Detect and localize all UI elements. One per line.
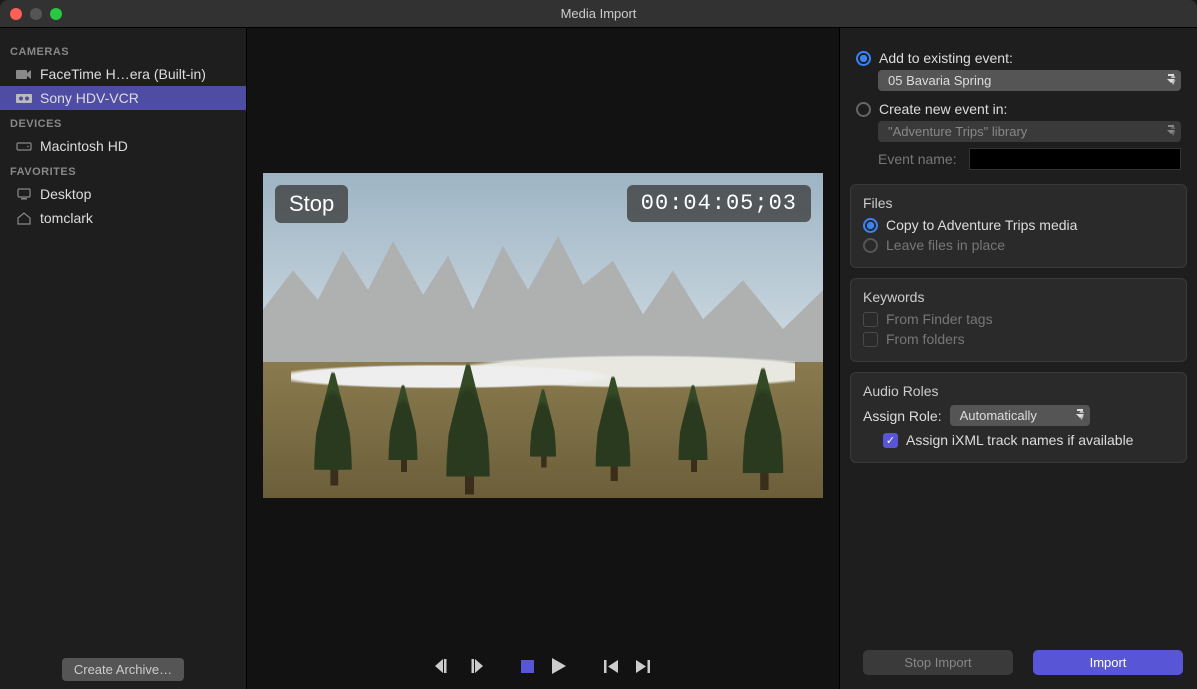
drive-icon	[16, 140, 32, 152]
add-existing-label: Add to existing event:	[879, 50, 1013, 66]
camera-icon	[16, 68, 32, 80]
sidebar-item-label: FaceTime H…era (Built-in)	[40, 66, 206, 82]
desktop-icon	[16, 188, 32, 200]
import-options: Add to existing event: 05 Bavaria Spring…	[839, 28, 1197, 689]
sidebar-item-label: Desktop	[40, 186, 91, 202]
sidebar-item-macintosh-hd[interactable]: Macintosh HD	[0, 134, 246, 158]
audio-roles-panel: Audio Roles Assign Role: Automatically▲▼…	[850, 372, 1187, 463]
video-preview: Stop 00:04:05;03	[263, 173, 823, 498]
create-new-library-select: "Adventure Trips" library▲▼	[878, 121, 1181, 142]
transport-controls	[247, 643, 839, 689]
leave-files-radio	[863, 238, 878, 253]
window-controls	[10, 8, 62, 20]
titlebar: Media Import	[0, 0, 1197, 28]
from-folders-checkbox	[863, 332, 878, 347]
create-archive-button[interactable]: Create Archive…	[62, 658, 184, 681]
existing-event-select[interactable]: 05 Bavaria Spring▲▼	[878, 70, 1181, 91]
close-window-button[interactable]	[10, 8, 22, 20]
leave-files-label: Leave files in place	[886, 237, 1005, 253]
ixml-label: Assign iXML track names if available	[906, 432, 1133, 448]
add-existing-radio[interactable]	[856, 51, 871, 66]
sidebar-item-label: tomclark	[40, 210, 93, 226]
finder-tags-label: From Finder tags	[886, 311, 993, 327]
source-sidebar: CAMERAS FaceTime H…era (Built-in) Sony H…	[0, 28, 247, 689]
create-new-radio[interactable]	[856, 102, 871, 117]
keywords-header: Keywords	[863, 289, 1174, 305]
sidebar-item-desktop[interactable]: Desktop	[0, 182, 246, 206]
files-header: Files	[863, 195, 1174, 211]
assign-role-label: Assign Role:	[863, 408, 942, 424]
sidebar-item-sony-hdv[interactable]: Sony HDV-VCR	[0, 86, 246, 110]
zoom-window-button[interactable]	[50, 8, 62, 20]
stop-button[interactable]	[518, 657, 536, 675]
files-panel: Files Copy to Adventure Trips media Leav…	[850, 184, 1187, 268]
assign-role-select[interactable]: Automatically▲▼	[950, 405, 1090, 426]
prev-button[interactable]	[602, 657, 620, 675]
create-new-label: Create new event in:	[879, 101, 1007, 117]
stop-import-button[interactable]: Stop Import	[863, 650, 1013, 675]
from-folders-label: From folders	[886, 331, 965, 347]
keywords-panel: Keywords From Finder tags From folders	[850, 278, 1187, 362]
sidebar-header-devices: DEVICES	[0, 110, 246, 134]
play-button[interactable]	[550, 657, 568, 675]
event-name-label: Event name:	[878, 151, 957, 167]
fast-forward-button[interactable]	[466, 657, 484, 675]
sidebar-header-favorites: FAVORITES	[0, 158, 246, 182]
ixml-checkbox[interactable]: ✓	[883, 433, 898, 448]
window-title: Media Import	[561, 6, 637, 21]
sidebar-item-facetime[interactable]: FaceTime H…era (Built-in)	[0, 62, 246, 86]
timecode-display: 00:04:05;03	[627, 185, 811, 222]
home-icon	[16, 212, 32, 224]
sidebar-item-home[interactable]: tomclark	[0, 206, 246, 230]
finder-tags-checkbox	[863, 312, 878, 327]
audio-roles-header: Audio Roles	[863, 383, 1174, 399]
next-button[interactable]	[634, 657, 652, 675]
tape-icon	[16, 92, 32, 104]
copy-media-radio[interactable]	[863, 218, 878, 233]
event-name-input	[969, 148, 1181, 170]
sidebar-item-label: Sony HDV-VCR	[40, 90, 139, 106]
sidebar-item-label: Macintosh HD	[40, 138, 128, 154]
preview-area: Stop 00:04:05;03	[247, 28, 839, 689]
import-button[interactable]: Import	[1033, 650, 1183, 675]
rewind-button[interactable]	[434, 657, 452, 675]
sidebar-header-cameras: CAMERAS	[0, 38, 246, 62]
minimize-window-button[interactable]	[30, 8, 42, 20]
copy-media-label: Copy to Adventure Trips media	[886, 217, 1077, 233]
playback-status-badge: Stop	[275, 185, 348, 223]
